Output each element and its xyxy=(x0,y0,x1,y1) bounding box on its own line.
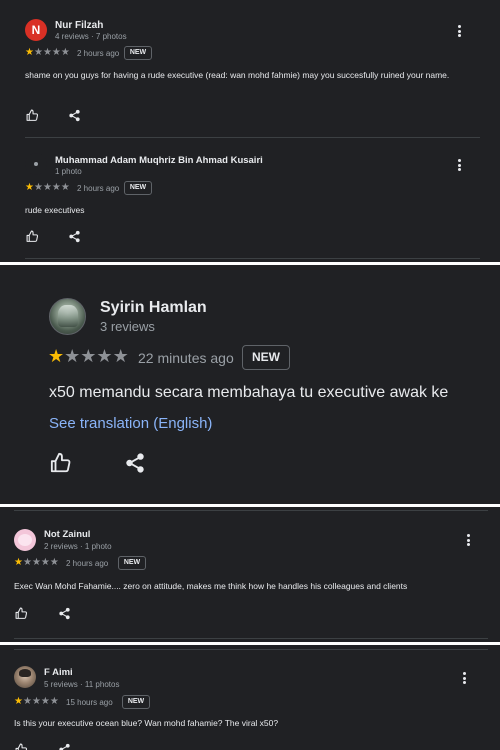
divider xyxy=(25,258,480,259)
share-icon xyxy=(59,607,70,620)
reviewer-avatar[interactable] xyxy=(25,153,47,175)
like-button[interactable] xyxy=(26,109,39,122)
review-time: 2 hours ago xyxy=(77,184,120,193)
reviewer-avatar[interactable]: N xyxy=(25,19,47,41)
review-text: rude executives xyxy=(25,205,85,215)
star-rating: ★ ★ ★ ★ ★ xyxy=(25,47,70,58)
see-translation-link[interactable]: See translation (English) xyxy=(49,415,212,432)
divider xyxy=(14,510,488,511)
star-rating: ★ ★ ★ ★ ★ xyxy=(14,696,59,707)
avatar-photo xyxy=(19,669,31,677)
reviewer-name[interactable]: Not Zainul xyxy=(44,529,90,540)
share-icon xyxy=(59,743,70,750)
share-button[interactable] xyxy=(68,109,81,122)
review-text: Exec Wan Mohd Fahamie.... zero on attitu… xyxy=(14,581,408,591)
thumbs-up-icon xyxy=(26,109,39,121)
reviews-panel-zoomed: Syirin Hamlan 3 reviews ★ ★ ★ ★ ★ 22 minutes… xyxy=(0,265,500,504)
thumbs-up-icon xyxy=(50,452,71,473)
share-button[interactable] xyxy=(58,743,71,750)
new-badge: NEW xyxy=(124,181,152,195)
review-time: 15 hours ago xyxy=(66,698,113,707)
thumbs-up-icon xyxy=(15,743,28,750)
reviewer-avatar[interactable] xyxy=(49,298,86,335)
divider xyxy=(14,638,488,639)
review-time: 2 hours ago xyxy=(77,49,120,58)
like-button[interactable] xyxy=(26,230,39,243)
more-options-button[interactable] xyxy=(462,672,466,684)
star-rating: ★ ★ ★ ★ ★ xyxy=(25,182,70,193)
reviews-panel-middle: Not Zainul 2 reviews · 1 photo ★ ★ ★ ★ ★ 2 h… xyxy=(0,507,500,642)
share-button[interactable] xyxy=(68,230,81,243)
reviews-panel-top: N Nur Filzah 4 reviews · 7 photos ★ ★ ★ ★ ★ … xyxy=(0,0,500,262)
like-button[interactable] xyxy=(15,743,28,750)
reviewer-meta: 5 reviews · 11 photos xyxy=(44,680,120,689)
divider xyxy=(14,649,488,650)
reviewer-name[interactable]: Nur Filzah xyxy=(55,20,103,31)
like-button[interactable] xyxy=(50,452,72,474)
reviewer-meta: 2 reviews · 1 photo xyxy=(44,542,112,551)
share-button[interactable] xyxy=(124,452,146,474)
review-text: shame on you guys for having a rude exec… xyxy=(25,70,450,80)
review-text: Is this your executive ocean blue? Wan m… xyxy=(14,718,279,728)
review-time: 2 hours ago xyxy=(66,559,109,568)
new-badge: NEW xyxy=(242,345,290,370)
more-options-button[interactable] xyxy=(457,159,461,171)
avatar-photo xyxy=(58,305,78,327)
share-icon xyxy=(69,230,80,243)
new-badge: NEW xyxy=(124,46,152,60)
avatar-face xyxy=(18,534,32,546)
reviewer-avatar[interactable] xyxy=(14,666,36,688)
more-vert-icon xyxy=(466,534,470,537)
avatar-initial: N xyxy=(31,23,41,37)
like-button[interactable] xyxy=(15,607,28,620)
more-options-button[interactable] xyxy=(457,25,461,37)
reviewer-meta: 1 photo xyxy=(55,167,82,176)
more-vert-icon xyxy=(462,672,466,675)
reviewer-avatar[interactable] xyxy=(14,529,36,551)
share-button[interactable] xyxy=(58,607,71,620)
more-vert-icon xyxy=(457,159,461,162)
reviewer-name[interactable]: F Aimi xyxy=(44,667,73,678)
reviewer-meta: 3 reviews xyxy=(100,319,155,334)
star-rating: ★ ★ ★ ★ ★ xyxy=(14,557,59,568)
divider xyxy=(25,137,480,138)
reviewer-name[interactable]: Syirin Hamlan xyxy=(100,299,207,317)
star-rating: ★ ★ ★ ★ ★ xyxy=(48,346,129,366)
share-icon xyxy=(126,453,144,473)
thumbs-up-icon xyxy=(26,230,39,242)
reviews-panel-bottom: F Aimi 5 reviews · 11 photos ★ ★ ★ ★ ★ 15 ho… xyxy=(0,645,500,750)
review-time: 22 minutes ago xyxy=(138,350,234,366)
new-badge: NEW xyxy=(122,695,150,709)
reviewer-meta: 4 reviews · 7 photos xyxy=(55,32,127,41)
reviewer-name[interactable]: Muhammad Adam Muqhriz Bin Ahmad Kusairi xyxy=(55,155,263,166)
avatar-dot xyxy=(34,162,38,166)
new-badge: NEW xyxy=(118,556,146,570)
share-icon xyxy=(69,109,80,122)
review-text: x50 memandu secara membahaya tu executiv… xyxy=(49,384,449,401)
more-vert-icon xyxy=(457,25,461,28)
thumbs-up-icon xyxy=(15,607,28,619)
more-options-button[interactable] xyxy=(466,534,470,546)
